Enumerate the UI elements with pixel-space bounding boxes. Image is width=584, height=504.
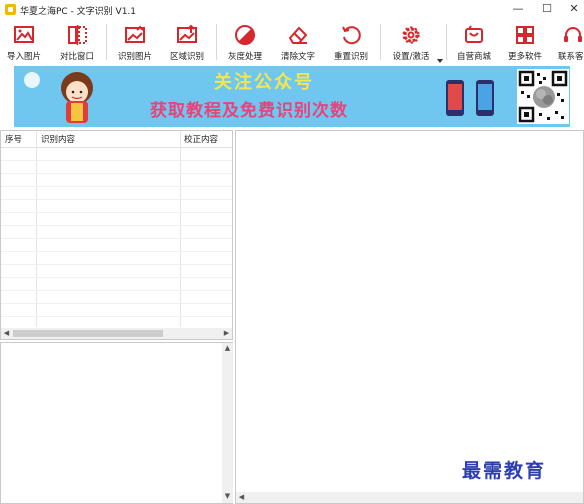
row-divider: [1, 316, 232, 317]
results-table[interactable]: 序号 识别内容 校正内容 ◀ ▶: [0, 130, 233, 340]
reset-recognition-label: 重置识别: [333, 52, 368, 62]
grayscale-label: 灰度处理: [227, 52, 262, 62]
scroll-right-arrow[interactable]: ▶: [221, 328, 232, 339]
import-image-button[interactable]: 导入图片: [4, 20, 44, 64]
grayscale-button[interactable]: 灰度处理: [224, 20, 266, 64]
row-divider: [1, 303, 232, 304]
minimize-button[interactable]: —: [504, 0, 532, 20]
scrollbar-thumb[interactable]: [13, 330, 163, 337]
grayscale-icon: [235, 25, 255, 45]
row-divider: [1, 160, 232, 161]
settings-activate-button[interactable]: 设置/激活: [388, 20, 434, 64]
watermark-text: 最需教育: [462, 460, 547, 482]
region-recognize-label: 区域识别: [169, 52, 204, 62]
column-header-index[interactable]: 序号: [5, 133, 22, 145]
toolbar-separator: [380, 24, 381, 60]
app-icon: [5, 4, 16, 15]
window-title: 华夏之海PC - 文字识别 V1.1: [20, 7, 137, 17]
title-bar: 华夏之海PC - 文字识别 V1.1 — ☐ ✕: [0, 0, 584, 20]
toolbar-separator: [106, 24, 107, 60]
region-recognize-button[interactable]: 区域识别: [166, 20, 208, 64]
store-button[interactable]: 自营商城: [452, 20, 496, 64]
reset-icon: [342, 26, 361, 45]
headset-icon: [564, 27, 582, 42]
apps-grid-icon: [516, 26, 534, 44]
compare-window-button[interactable]: 对比窗口: [56, 20, 98, 64]
close-button[interactable]: ✕: [560, 0, 584, 20]
row-divider: [1, 212, 232, 213]
recognize-image-button[interactable]: 识别图片: [114, 20, 156, 64]
maximize-button[interactable]: ☐: [533, 0, 561, 20]
scroll-down-arrow[interactable]: ▼: [222, 491, 233, 502]
horizontal-scrollbar[interactable]: ◀: [236, 492, 583, 503]
reset-recognition-button[interactable]: 重置识别: [330, 20, 372, 64]
more-software-label: 更多软件: [507, 52, 542, 62]
row-divider: [1, 238, 232, 239]
row-divider: [1, 277, 232, 278]
row-divider: [1, 199, 232, 200]
scroll-up-arrow[interactable]: ▲: [222, 343, 233, 354]
recognize-image-label: 识别图片: [117, 52, 152, 62]
settings-activate-label: 设置/激活: [392, 52, 430, 62]
vertical-scrollbar[interactable]: ▲ ▼: [222, 343, 233, 503]
column-header-content[interactable]: 识别内容: [41, 133, 75, 145]
text-edit-area[interactable]: ▲ ▼: [0, 342, 233, 504]
image-import-icon: [14, 26, 34, 43]
region-recognize-icon: [177, 24, 197, 43]
compare-window-icon: [68, 25, 87, 45]
contact-label: 联系客: [558, 52, 584, 62]
image-preview-area[interactable]: ◀: [235, 130, 584, 504]
row-divider: [1, 290, 232, 291]
column-header-corrected[interactable]: 校正内容: [184, 133, 218, 145]
contact-button[interactable]: 联系客: [556, 20, 584, 64]
compare-window-label: 对比窗口: [59, 52, 94, 62]
toolbar-separator: [216, 24, 217, 60]
banner-subtitle: 获取教程及免费识别次数: [150, 101, 348, 121]
import-image-label: 导入图片: [6, 52, 41, 62]
more-software-button[interactable]: 更多软件: [504, 20, 546, 64]
eraser-icon: [288, 26, 308, 44]
scroll-left-arrow[interactable]: ◀: [1, 328, 12, 339]
store-icon: [465, 25, 483, 43]
header-divider: [1, 147, 232, 148]
toolbar-separator: [446, 24, 447, 60]
settings-dropdown-arrow[interactable]: [437, 59, 443, 63]
row-divider: [1, 264, 232, 265]
phone-graphic: [476, 80, 494, 116]
phone-graphic: [446, 80, 464, 116]
row-divider: [1, 186, 232, 187]
qr-code: [517, 69, 569, 124]
banner-title: 关注公众号: [214, 72, 314, 93]
gear-icon: [402, 26, 420, 44]
clear-text-button[interactable]: 清除文字: [276, 20, 320, 64]
store-label: 自营商城: [456, 52, 491, 62]
scroll-left-arrow[interactable]: ◀: [236, 492, 247, 503]
mascot-illustration: [24, 72, 93, 123]
row-divider: [1, 251, 232, 252]
row-divider: [1, 173, 232, 174]
toolbar: 导入图片 对比窗口 识别图片 区域识别 灰度处理 清除文字 重置识别 设置/激活…: [0, 20, 584, 64]
row-divider: [1, 225, 232, 226]
recognize-image-icon: [125, 25, 145, 43]
promo-banner[interactable]: 关注公众号 获取教程及免费识别次数: [14, 66, 570, 127]
horizontal-scrollbar[interactable]: ◀ ▶: [1, 328, 232, 339]
clear-text-label: 清除文字: [280, 52, 315, 62]
